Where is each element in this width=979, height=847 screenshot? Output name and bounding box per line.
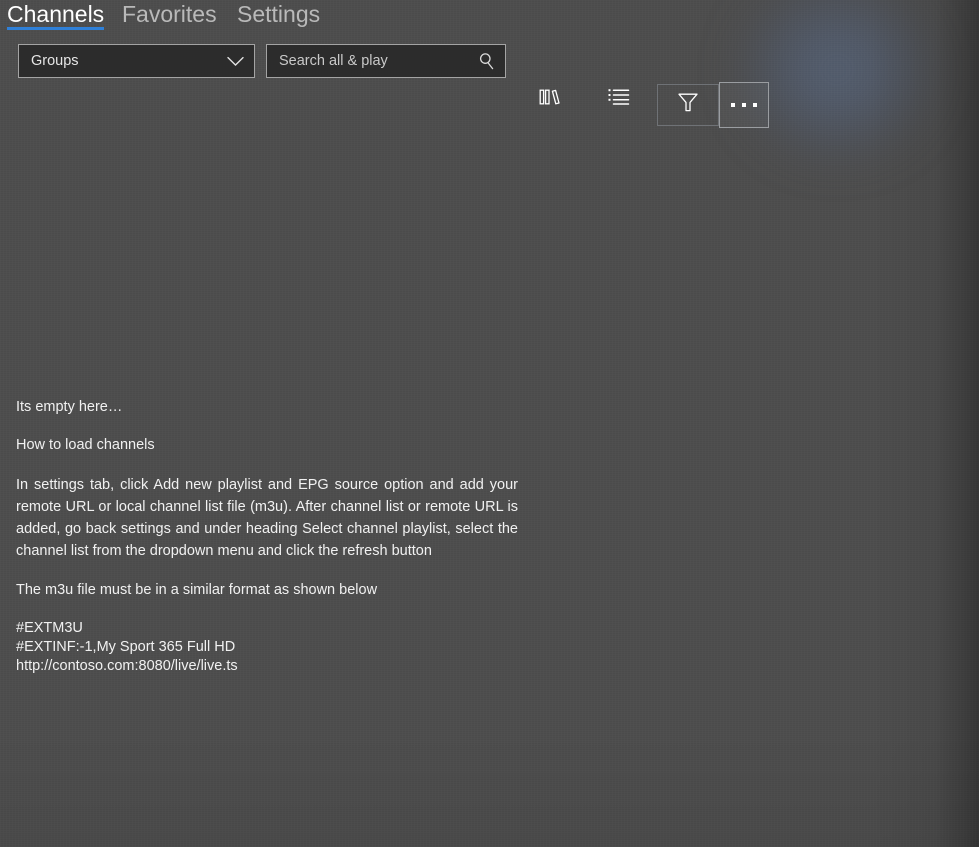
app-window: Channels Favorites Settings Groups Searc… <box>0 0 979 847</box>
empty-state-headline: Its empty here… <box>16 399 123 415</box>
library-view-button[interactable] <box>527 86 573 112</box>
groups-dropdown-value: Groups <box>31 53 79 69</box>
tab-channels-label: Channels <box>7 1 105 27</box>
ellipsis-icon <box>731 103 757 107</box>
tab-favorites-label: Favorites <box>122 1 217 27</box>
search-input[interactable]: Search all & play <box>267 53 473 69</box>
list-icon <box>608 88 630 110</box>
toolbar: Groups Search all & play <box>0 42 979 128</box>
tab-settings[interactable]: Settings <box>237 0 320 36</box>
groups-dropdown[interactable]: Groups <box>18 44 255 78</box>
empty-state-panel: Its empty here… How to load channels In … <box>16 398 518 676</box>
tab-bar: Channels Favorites Settings <box>0 0 979 36</box>
search-field[interactable]: Search all & play <box>266 44 506 78</box>
empty-state-instructions: In settings tab, click Add new playlist … <box>16 477 518 559</box>
m3u-sample: #EXTM3U #EXTINF:-1,My Sport 365 Full HD … <box>16 620 238 674</box>
books-icon <box>539 88 561 111</box>
list-view-button[interactable] <box>598 86 640 112</box>
empty-state-subheading: How to load channels <box>16 437 155 453</box>
filter-button[interactable] <box>657 84 719 126</box>
chevron-down-icon <box>222 56 248 67</box>
more-options-button[interactable] <box>719 82 769 128</box>
search-icon[interactable] <box>473 52 501 70</box>
tab-active-indicator <box>7 27 105 30</box>
tab-favorites[interactable]: Favorites <box>122 0 217 36</box>
empty-state-format-note: The m3u file must be in a similar format… <box>16 582 378 598</box>
funnel-icon <box>677 92 699 118</box>
tab-settings-label: Settings <box>237 1 321 27</box>
tab-channels[interactable]: Channels <box>7 0 105 36</box>
